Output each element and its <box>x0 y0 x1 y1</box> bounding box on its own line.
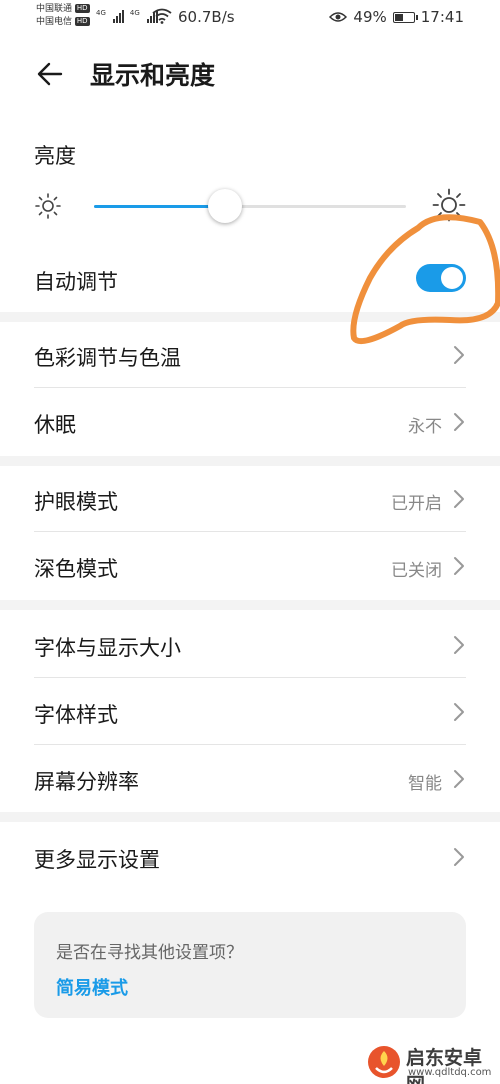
settings-row-value: 已关闭 <box>391 561 442 581</box>
settings-row-label: 休眠 <box>34 413 76 437</box>
carrier-2: 中国电信 <box>36 17 73 27</box>
signal-icon: 4G 4G <box>96 9 158 23</box>
settings-row[interactable]: 字体与显示大小 <box>0 612 500 678</box>
row-divider <box>34 744 466 745</box>
row-divider <box>34 531 466 532</box>
section-gap <box>0 812 500 822</box>
simple-mode-link[interactable]: 简易模式 <box>56 974 128 1000</box>
auto-brightness-toggle[interactable] <box>416 264 466 292</box>
battery-percent: 49% <box>353 8 387 26</box>
site-watermark: 启东安卓网 www.qdltdq.com <box>366 1040 500 1084</box>
row-divider <box>34 677 466 678</box>
chevron-right-icon <box>452 634 466 656</box>
chevron-right-icon <box>452 411 466 433</box>
settings-row-label: 护眼模式 <box>34 490 118 514</box>
watermark-logo-icon <box>368 1046 400 1078</box>
settings-row-label: 字体与显示大小 <box>34 636 181 660</box>
battery-icon <box>392 11 418 23</box>
sun-small-icon <box>35 193 61 219</box>
watermark-url: www.qdltdq.com <box>408 1067 492 1078</box>
brightness-slider[interactable] <box>34 186 466 226</box>
settings-row-label: 深色模式 <box>34 557 118 581</box>
network-speed: 60.7B/s <box>178 8 235 26</box>
arrow-left-icon[interactable] <box>34 58 66 90</box>
auto-brightness-row[interactable]: 自动调节 <box>0 248 500 310</box>
app-header: 显示和亮度 <box>0 50 500 100</box>
row-divider <box>34 387 466 388</box>
carrier-1: 中国联通 <box>36 4 73 14</box>
settings-row-label: 屏幕分辨率 <box>34 770 139 794</box>
settings-row-label: 色彩调节与色温 <box>34 346 181 370</box>
chevron-right-icon <box>452 701 466 723</box>
chevron-right-icon <box>452 555 466 577</box>
wifi-icon <box>152 8 172 24</box>
settings-row[interactable]: 更多显示设置 <box>0 824 500 890</box>
network-type: 4G <box>96 9 106 17</box>
sun-large-icon <box>432 188 466 222</box>
section-gap <box>0 600 500 610</box>
chevron-right-icon <box>452 488 466 510</box>
suggestion-question: 是否在寻找其他设置项？ <box>56 943 243 963</box>
settings-row[interactable]: 色彩调节与色温 <box>0 322 500 388</box>
settings-row-label: 更多显示设置 <box>34 848 160 872</box>
page-title: 显示和亮度 <box>90 61 216 90</box>
settings-row-label: 字体样式 <box>34 703 118 727</box>
chevron-right-icon <box>452 768 466 790</box>
settings-row[interactable]: 屏幕分辨率 智能 <box>0 746 500 812</box>
slider-track[interactable] <box>94 205 406 208</box>
settings-row[interactable]: 字体样式 <box>0 679 500 745</box>
clock: 17:41 <box>420 8 464 26</box>
hd-badge: HD <box>74 17 90 26</box>
suggestion-card: 是否在寻找其他设置项？ 简易模式 <box>34 912 466 1018</box>
settings-row[interactable]: 护眼模式 已开启 <box>0 466 500 532</box>
chevron-right-icon <box>452 344 466 366</box>
settings-row-value: 智能 <box>408 774 442 794</box>
slider-fill <box>94 205 226 208</box>
slider-thumb[interactable] <box>208 189 243 223</box>
settings-row-value: 永不 <box>408 417 442 437</box>
section-gap <box>0 312 500 322</box>
toggle-knob <box>441 267 463 289</box>
section-gap <box>0 456 500 466</box>
auto-brightness-label: 自动调节 <box>34 270 118 294</box>
settings-row[interactable]: 休眠 永不 <box>0 389 500 455</box>
network-type: 4G <box>129 9 140 17</box>
settings-row[interactable]: 深色模式 已关闭 <box>0 533 500 599</box>
chevron-right-icon <box>452 846 466 868</box>
status-bar: 中国联通 HD 中国电信 HD 4G 4G 60.7B/s 49% 17:41 <box>0 0 500 34</box>
hd-badge: HD <box>74 4 90 13</box>
brightness-label: 亮度 <box>34 144 76 168</box>
settings-row-value: 已开启 <box>391 494 442 514</box>
carrier-info: 中国联通 HD 中国电信 HD <box>36 3 90 29</box>
eye-icon <box>329 12 348 22</box>
